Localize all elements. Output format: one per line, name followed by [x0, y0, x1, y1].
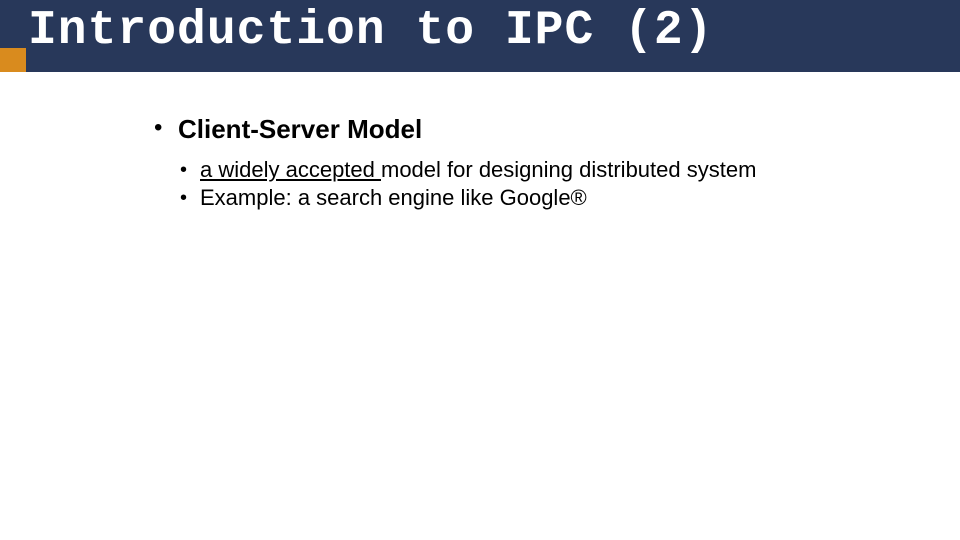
bullet-lvl2: Example: a search engine like Google® [178, 185, 818, 211]
title-accent [0, 48, 26, 72]
bullet-lvl1: Client-Server Model a widely accepted mo… [150, 114, 960, 211]
slide-body: Client-Server Model a widely accepted mo… [0, 72, 960, 211]
heading-text: Client-Server Model [178, 114, 422, 144]
sub1-rest: model for designing distributed system [381, 157, 756, 182]
sub1-underlined: a widely accepted [200, 157, 381, 182]
sub2-text: Example: a search engine like Google® [200, 185, 587, 210]
title-band: Introduction to IPC (2) [0, 0, 960, 72]
slide-title: Introduction to IPC (2) [28, 4, 714, 58]
bullet-lvl2: a widely accepted model for designing di… [178, 157, 818, 183]
